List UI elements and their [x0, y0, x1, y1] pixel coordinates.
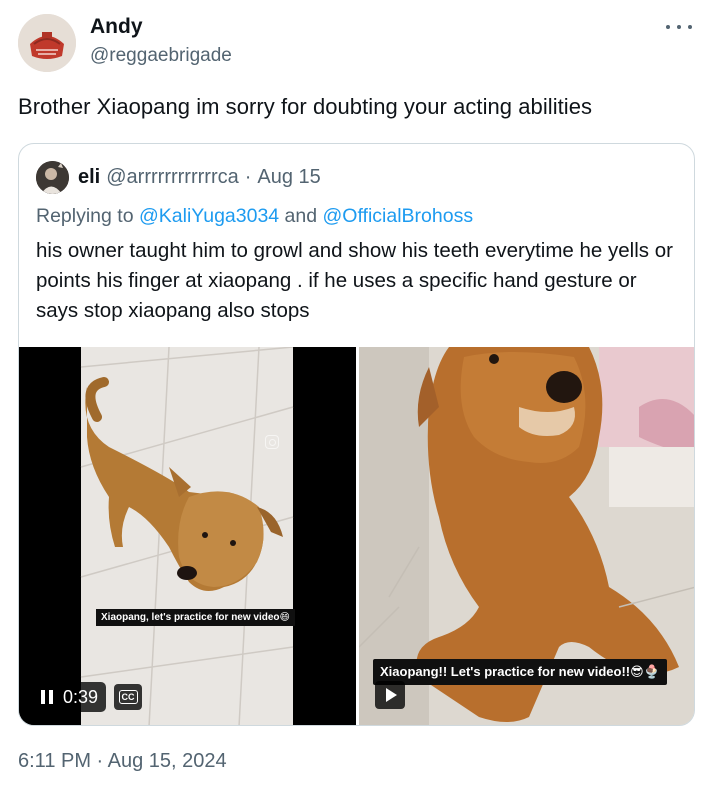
- tweet-text: Brother Xiaopang im sorry for doubting y…: [18, 94, 593, 119]
- quoted-tweet[interactable]: eli @arrrrrrrrrrrrca · Aug 15 Replying t…: [18, 143, 695, 726]
- play-icon[interactable]: [375, 681, 405, 709]
- video-controls: 0:39 CC: [33, 682, 143, 712]
- dog-video-frame-1: [19, 347, 356, 725]
- closed-captions-button[interactable]: CC: [114, 684, 143, 710]
- author-handle[interactable]: @reggaebrigade: [90, 45, 232, 67]
- author-avatar[interactable]: [18, 14, 76, 72]
- mention-link[interactable]: @OfficialBrohoss: [323, 205, 474, 227]
- red-drum-avatar-icon: [18, 14, 76, 72]
- video-player-1[interactable]: Xiaopang, let's practice for new video😄 …: [19, 347, 356, 725]
- quote-header: eli @arrrrrrrrrrrrca · Aug 15: [36, 161, 321, 194]
- quote-author-handle[interactable]: @arrrrrrrrrrrrca: [106, 166, 238, 189]
- quote-author-name[interactable]: eli: [78, 166, 100, 189]
- video-time: 0:39: [63, 686, 99, 707]
- quote-text: his owner taught him to growl and show h…: [36, 239, 673, 322]
- pause-icon[interactable]: [41, 690, 53, 704]
- replying-to-label: Replying to: [36, 205, 139, 227]
- separator-dot: ·: [244, 166, 252, 188]
- tweet-timestamp[interactable]: 6:11 PM · Aug 15, 2024: [18, 750, 227, 773]
- instagram-watermark-icon: [265, 435, 279, 449]
- video-caption-1: Xiaopang, let's practice for new video😄: [96, 609, 295, 626]
- quote-avatar[interactable]: [36, 161, 69, 194]
- quote-date[interactable]: Aug 15: [257, 166, 320, 189]
- replying-to-join: and: [279, 205, 323, 227]
- person-avatar-icon: [36, 161, 69, 194]
- cc-icon: CC: [118, 690, 138, 704]
- video-player-2[interactable]: Xiaopang!! Let's practice for new video!…: [359, 347, 694, 725]
- media-grid: Xiaopang, let's practice for new video😄 …: [19, 347, 694, 725]
- pause-time-control[interactable]: 0:39: [33, 682, 107, 712]
- author-name[interactable]: Andy: [90, 15, 143, 39]
- more-options-icon[interactable]: [666, 20, 692, 34]
- video-caption-2: Xiaopang!! Let's practice for new video!…: [373, 659, 667, 685]
- mention-link[interactable]: @KaliYuga3034: [139, 205, 279, 227]
- replying-to: Replying to @KaliYuga3034 and @OfficialB…: [36, 205, 473, 228]
